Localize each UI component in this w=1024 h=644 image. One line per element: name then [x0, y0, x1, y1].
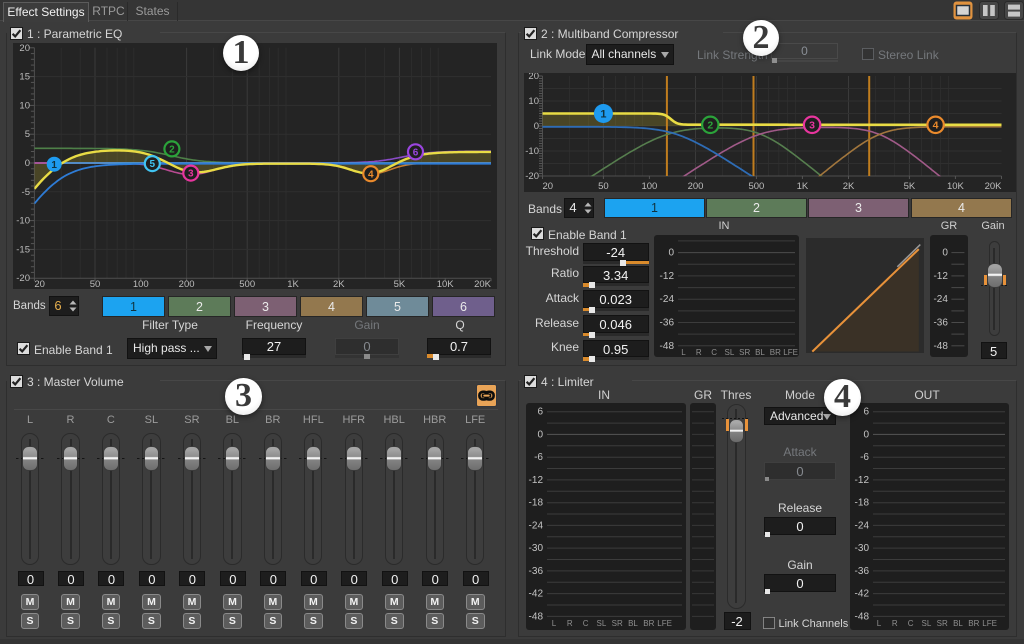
svg-text:BL: BL [755, 348, 765, 357]
svg-text:BR: BR [968, 619, 979, 628]
svg-text:500: 500 [239, 279, 255, 289]
svg-text:-36: -36 [855, 566, 870, 577]
svg-text:BL: BL [953, 619, 963, 628]
svg-text:-36: -36 [933, 318, 948, 329]
svg-text:5K: 5K [904, 181, 916, 192]
svg-text:-36: -36 [529, 566, 544, 577]
svg-text:4: 4 [933, 120, 939, 132]
svg-text:1: 1 [600, 109, 606, 121]
svg-text:20: 20 [34, 279, 45, 289]
svg-text:SL: SL [922, 619, 932, 628]
svg-text:6: 6 [413, 147, 419, 158]
svg-text:R: R [892, 619, 898, 628]
svg-text:15: 15 [19, 72, 30, 83]
svg-text:5: 5 [25, 129, 30, 140]
svg-text:50: 50 [598, 181, 609, 192]
svg-text:-48: -48 [660, 341, 675, 352]
svg-text:C: C [711, 348, 717, 357]
svg-text:20: 20 [19, 43, 30, 54]
svg-text:10K: 10K [947, 181, 965, 192]
svg-text:-24: -24 [933, 294, 948, 305]
svg-text:0: 0 [942, 248, 948, 259]
svg-text:-6: -6 [860, 452, 869, 463]
svg-text:-10: -10 [525, 146, 539, 157]
svg-text:LFE: LFE [657, 619, 672, 628]
svg-text:SR: SR [739, 348, 750, 357]
svg-text:SL: SL [597, 619, 607, 628]
svg-text:50: 50 [90, 279, 101, 289]
svg-text:2: 2 [169, 145, 175, 156]
svg-text:L: L [681, 348, 686, 357]
svg-text:-20: -20 [16, 273, 30, 284]
svg-text:-18: -18 [855, 498, 870, 509]
svg-text:SR: SR [612, 619, 623, 628]
svg-text:2K: 2K [333, 279, 345, 289]
svg-text:-30: -30 [855, 543, 870, 554]
svg-text:-10: -10 [16, 216, 30, 227]
svg-text:-12: -12 [660, 271, 675, 282]
svg-text:100: 100 [641, 181, 657, 192]
svg-text:LFE: LFE [982, 619, 997, 628]
svg-text:LFE: LFE [783, 348, 798, 357]
svg-text:-48: -48 [933, 341, 948, 352]
svg-text:-12: -12 [529, 475, 544, 486]
svg-text:5K: 5K [394, 279, 406, 289]
svg-text:10K: 10K [437, 279, 455, 289]
svg-text:5: 5 [150, 159, 156, 170]
svg-text:2: 2 [707, 120, 713, 132]
svg-text:0: 0 [537, 429, 543, 440]
svg-text:BL: BL [628, 619, 638, 628]
svg-text:1: 1 [51, 160, 57, 171]
svg-text:C: C [583, 619, 589, 628]
svg-text:-5: -5 [22, 187, 30, 198]
svg-text:500: 500 [748, 181, 764, 192]
svg-text:-6: -6 [534, 452, 543, 463]
svg-text:0: 0 [25, 158, 30, 169]
svg-text:1K: 1K [287, 279, 299, 289]
svg-text:-36: -36 [660, 318, 675, 329]
svg-text:20: 20 [543, 181, 554, 192]
svg-text:6: 6 [537, 407, 543, 418]
svg-text:6: 6 [863, 407, 869, 418]
svg-text:-12: -12 [933, 271, 948, 282]
svg-text:-15: -15 [16, 244, 30, 255]
svg-text:BR: BR [643, 619, 654, 628]
svg-text:-42: -42 [855, 589, 870, 600]
svg-text:C: C [908, 619, 914, 628]
svg-text:0: 0 [534, 121, 539, 132]
svg-text:R: R [567, 619, 573, 628]
svg-text:-48: -48 [855, 612, 870, 623]
svg-text:4: 4 [368, 169, 374, 180]
svg-text:-42: -42 [529, 589, 544, 600]
svg-text:L: L [552, 619, 557, 628]
svg-text:-12: -12 [855, 475, 870, 486]
svg-text:100: 100 [133, 279, 149, 289]
svg-text:0: 0 [863, 429, 869, 440]
svg-text:200: 200 [179, 279, 195, 289]
svg-text:20: 20 [528, 73, 539, 82]
svg-text:BR: BR [770, 348, 781, 357]
svg-text:2K: 2K [843, 181, 855, 192]
svg-text:-24: -24 [660, 294, 675, 305]
svg-text:R: R [696, 348, 702, 357]
svg-text:SL: SL [725, 348, 735, 357]
svg-text:10: 10 [528, 96, 539, 107]
svg-text:3: 3 [188, 169, 194, 180]
svg-text:-30: -30 [529, 543, 544, 554]
svg-text:20K: 20K [474, 279, 492, 289]
svg-text:-18: -18 [529, 498, 544, 509]
svg-text:20K: 20K [985, 181, 1003, 192]
svg-text:-20: -20 [525, 171, 539, 182]
svg-text:10: 10 [19, 100, 30, 111]
svg-text:0: 0 [668, 248, 674, 259]
svg-text:1K: 1K [797, 181, 809, 192]
svg-text:-24: -24 [529, 521, 544, 532]
svg-text:-48: -48 [529, 612, 544, 623]
svg-text:3: 3 [809, 120, 815, 132]
svg-text:200: 200 [688, 181, 704, 192]
svg-text:-24: -24 [855, 521, 870, 532]
svg-text:L: L [877, 619, 882, 628]
svg-text:SR: SR [937, 619, 948, 628]
